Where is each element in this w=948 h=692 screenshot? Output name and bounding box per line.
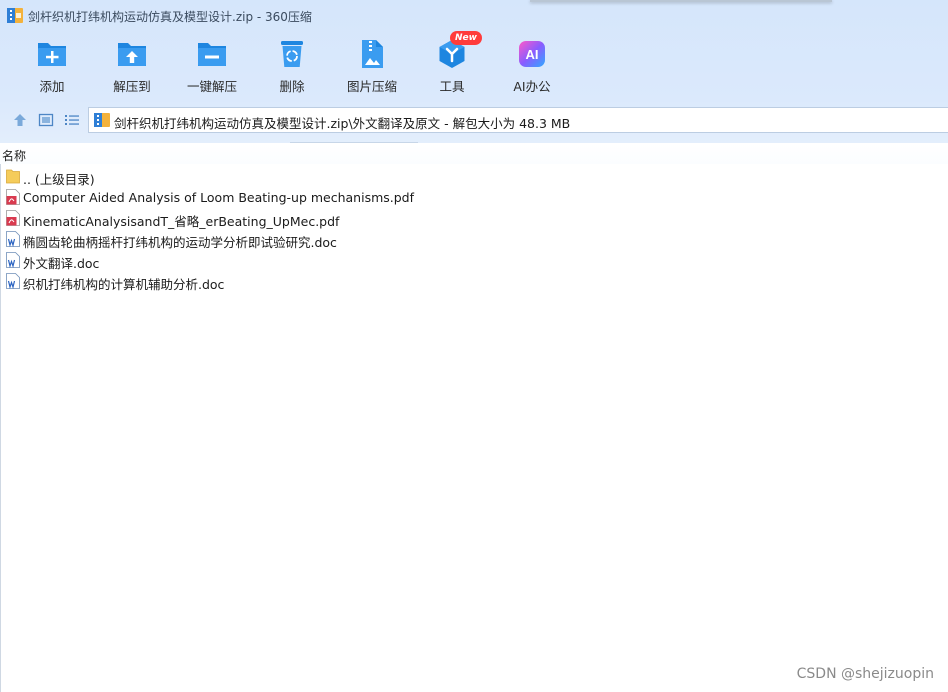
extract-to-button[interactable]: 解压到 xyxy=(92,38,172,96)
column-header: 名称 xyxy=(0,144,948,164)
image-compress-button[interactable]: 图片压缩 xyxy=(332,38,412,96)
word-doc-icon xyxy=(6,231,20,248)
new-badge: New xyxy=(450,31,482,45)
toolbar: 添加 解压到 一键解压 删除 图片压缩 New 工具 AI AI办公 xyxy=(0,31,600,98)
file-name: .. (上级目录) xyxy=(23,172,95,187)
watermark: CSDN @shejizuopin xyxy=(796,666,934,682)
address-row: 剑杆织机打纬机构运动仿真及模型设计.zip\外文翻译及原文 - 解包大小为 48… xyxy=(0,104,948,136)
pdf-file-icon xyxy=(6,210,20,226)
delete-button[interactable]: 删除 xyxy=(252,38,332,96)
image-compress-label: 图片压缩 xyxy=(346,79,397,94)
archive-app-icon xyxy=(7,8,23,23)
extract-to-icon xyxy=(116,38,148,70)
add-button[interactable]: 添加 xyxy=(12,38,92,96)
file-name: 外文翻译.doc xyxy=(23,256,100,271)
word-doc-icon xyxy=(6,252,20,269)
window-title: 剑杆织机打纬机构运动仿真及模型设计.zip - 360压缩 xyxy=(28,10,312,24)
tools-label: 工具 xyxy=(439,79,465,94)
thumbnail-view-button[interactable] xyxy=(38,112,54,128)
ai-office-icon: AI xyxy=(516,38,548,70)
list-view-button[interactable] xyxy=(64,112,80,128)
ai-office-label: AI办公 xyxy=(513,79,551,94)
tools-button[interactable]: New 工具 xyxy=(412,31,492,96)
top-chrome: 剑杆织机打纬机构运动仿真及模型设计.zip - 360压缩 添加 解压到 一键解… xyxy=(0,0,948,143)
file-name: KinematicAnalysisandT_省略_erBeating_UpMec… xyxy=(23,214,340,229)
file-row[interactable]: 外文翻译.doc xyxy=(0,250,948,271)
one-click-extract-icon xyxy=(196,38,228,70)
delete-label: 删除 xyxy=(279,79,305,94)
file-name: 织机打纬机构的计算机辅助分析.doc xyxy=(23,277,225,292)
file-row[interactable]: 椭圆齿轮曲柄摇杆打纬机构的运动学分析即试验研究.doc xyxy=(0,229,948,250)
one-click-extract-button[interactable]: 一键解压 xyxy=(172,38,252,96)
thumbnail-view-icon xyxy=(38,113,54,127)
file-row-parent-dir[interactable]: .. (上级目录) xyxy=(0,166,948,187)
arrow-up-icon xyxy=(14,114,26,126)
column-name-header[interactable]: 名称 xyxy=(2,147,26,164)
archive-icon xyxy=(94,113,110,127)
image-compress-icon xyxy=(356,38,388,70)
list-view-icon xyxy=(65,115,79,125)
address-path: 剑杆织机打纬机构运动仿真及模型设计.zip\外文翻译及原文 - 解包大小为 48… xyxy=(114,116,571,131)
file-name: Computer Aided Analysis of Loom Beating-… xyxy=(23,190,415,205)
folder-icon xyxy=(6,168,20,184)
word-doc-icon xyxy=(6,273,20,290)
file-row[interactable]: 织机打纬机构的计算机辅助分析.doc xyxy=(0,271,948,292)
up-level-button[interactable] xyxy=(12,112,28,128)
title-bar: 剑杆织机打纬机构运动仿真及模型设计.zip - 360压缩 xyxy=(0,0,948,32)
extract-to-label: 解压到 xyxy=(113,79,151,94)
one-click-extract-label: 一键解压 xyxy=(186,79,237,94)
file-name: 椭圆齿轮曲柄摇杆打纬机构的运动学分析即试验研究.doc xyxy=(23,235,337,250)
delete-icon xyxy=(276,38,308,70)
ai-office-button[interactable]: AI AI办公 xyxy=(492,38,572,96)
file-row[interactable]: Computer Aided Analysis of Loom Beating-… xyxy=(0,187,948,208)
file-row[interactable]: KinematicAnalysisandT_省略_erBeating_UpMec… xyxy=(0,208,948,229)
address-bar[interactable]: 剑杆织机打纬机构运动仿真及模型设计.zip\外文翻译及原文 - 解包大小为 48… xyxy=(88,107,948,133)
ai-glyph: AI xyxy=(526,47,539,62)
pdf-file-icon xyxy=(6,189,20,205)
add-icon xyxy=(36,38,68,70)
overlapping-window-edge xyxy=(530,0,832,2)
header-divider xyxy=(290,142,418,143)
add-label: 添加 xyxy=(39,79,65,94)
